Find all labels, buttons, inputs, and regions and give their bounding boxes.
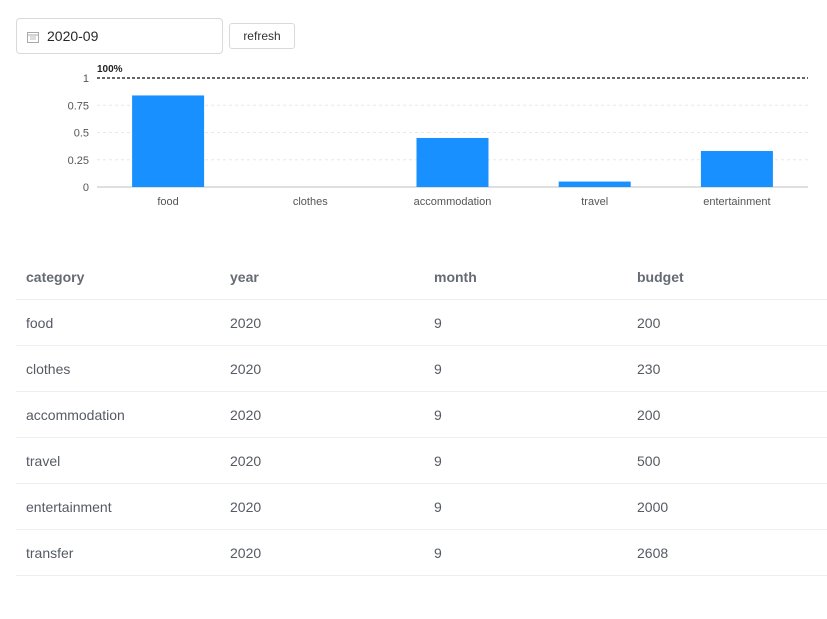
y-tick-label: 0.5 [74,128,89,140]
cell-month: 9 [424,529,627,576]
header-month: month [424,254,627,300]
cell-month: 9 [424,437,627,484]
cell-budget: 500 [627,437,827,484]
cell-budget: 200 [627,391,827,438]
table-header-row: category year month budget [16,254,827,300]
cell-year: 2020 [220,483,424,530]
cell-month: 9 [424,299,627,346]
table-row: travel 2020 9 500 [16,437,827,484]
cell-budget: 2608 [627,529,827,576]
y-tick-label: 0.75 [68,100,89,112]
header-year: year [220,254,424,300]
table-row: transfer 2020 9 2608 [16,529,827,576]
cell-month: 9 [424,483,627,530]
refresh-button[interactable]: refresh [229,23,295,49]
cell-month: 9 [424,345,627,392]
bar-entertainment [700,151,773,187]
x-category-label: food [157,196,178,208]
table-row: food 2020 9 200 [16,299,827,346]
cell-category: food [16,299,220,346]
toolbar: 2020-09 refresh [16,17,295,55]
cell-budget: 200 [627,299,827,346]
x-category-label: accommodation [414,196,492,208]
reference-line-label: 100% [97,64,123,75]
bar-travel [558,181,631,187]
bar-accommodation [416,137,489,187]
bar-food [132,95,205,187]
cell-year: 2020 [220,437,424,484]
cell-year: 2020 [220,345,424,392]
budget-table: category year month budget food 2020 9 2… [16,254,827,576]
header-category: category [16,254,220,300]
calendar-icon [27,30,39,43]
cell-category: transfer [16,529,220,576]
header-budget: budget [627,254,827,300]
table-row: accommodation 2020 9 200 [16,391,827,438]
month-picker[interactable]: 2020-09 [16,18,223,54]
x-category-label: clothes [293,196,328,208]
x-category-label: entertainment [703,196,770,208]
cell-budget: 230 [627,345,827,392]
cell-category: travel [16,437,220,484]
cell-year: 2020 [220,529,424,576]
y-tick-label: 0.25 [68,155,89,167]
table-row: clothes 2020 9 230 [16,345,827,392]
cell-year: 2020 [220,299,424,346]
cell-category: entertainment [16,483,220,530]
x-category-label: travel [581,196,608,208]
cell-category: accommodation [16,391,220,438]
y-tick-label: 0 [83,182,89,194]
cell-category: clothes [16,345,220,392]
budget-bar-chart: 0 0.25 0.5 0.75 1 food clothes accommodation tra… [68,64,808,208]
table-row: entertainment 2020 9 2000 [16,483,827,530]
y-tick-label: 1 [83,73,89,85]
cell-month: 9 [424,391,627,438]
cell-budget: 2000 [627,483,827,530]
selected-month: 2020-09 [47,28,99,44]
cell-year: 2020 [220,391,424,438]
